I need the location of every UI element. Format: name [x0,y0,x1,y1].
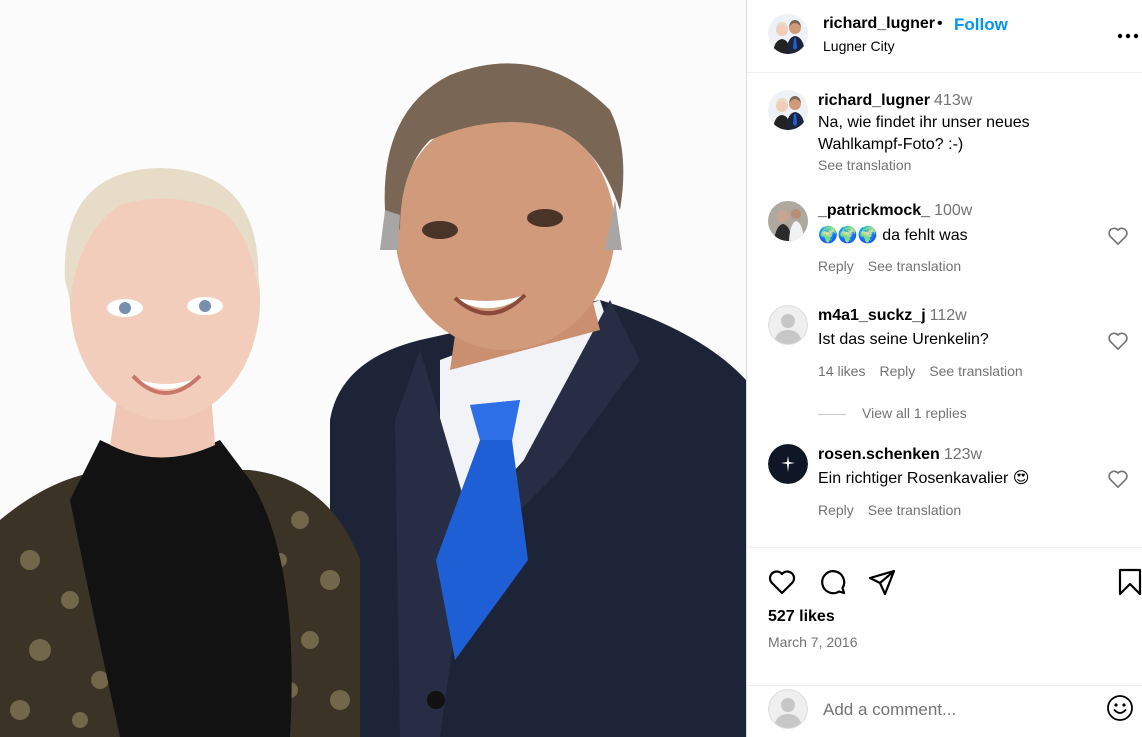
caption: richard_lugner 413w Na, wie findet ihr un… [747,88,1142,188]
emoji-icon[interactable] [1105,693,1135,723]
view-replies-button[interactable]: View all 1 replies [818,405,967,421]
avatar[interactable] [768,90,808,130]
post-author-username[interactable]: richard_lugner [823,15,935,33]
comment-username[interactable]: rosen.schenken [818,446,940,463]
see-translation-link[interactable]: See translation [929,363,1022,379]
see-translation-link[interactable]: See translation [818,157,911,173]
replies-divider [818,413,846,415]
avatar[interactable] [768,444,808,484]
see-translation-link[interactable]: See translation [868,258,961,274]
comment-item: rosen.schenken 123w Ein richtiger Rosenka… [747,442,1142,532]
comment-username[interactable]: _patrickmock_ [818,202,930,219]
caption-timestamp[interactable]: 413w [934,92,972,109]
reply-button[interactable]: Reply [879,363,915,379]
avatar[interactable] [768,201,808,241]
likes-count[interactable]: 527 likes [768,608,835,626]
comment-item: _patrickmock_ 100w 🌍🌍🌍 da fehlt was Reply… [747,198,1142,288]
bookmark-icon[interactable] [1115,567,1142,597]
comment-timestamp[interactable]: 123w [944,446,982,463]
comment-text: Ein richtiger Rosenkavalier [818,470,1009,487]
comment-text: Ist das seine Urenkelin? [818,331,989,348]
comment-timestamp[interactable]: 100w [934,202,972,219]
share-icon[interactable] [867,567,897,597]
post-actions: 527 likes March 7, 2016 [747,547,1142,737]
view-replies-label: View all 1 replies [862,405,967,421]
heart-icon[interactable] [767,567,797,597]
comment-input[interactable] [823,696,1083,724]
caption-username[interactable]: richard_lugner [818,92,930,109]
reply-button[interactable]: Reply [818,502,854,518]
post-location[interactable]: Lugner City [823,38,895,54]
post-photo[interactable] [0,0,746,737]
comment-icon[interactable] [818,567,848,597]
comment-timestamp[interactable]: 112w [930,307,967,324]
post-header: richard_lugner • Follow Lugner City [747,0,1142,73]
more-options-icon[interactable] [1117,26,1139,46]
follow-button[interactable]: Follow [954,15,1008,35]
comment-like-count[interactable]: 14 likes [818,363,865,379]
heart-icon[interactable] [1107,226,1129,246]
comment-emoji: 🌍🌍🌍 [818,225,878,244]
reply-button[interactable]: Reply [818,258,854,274]
post-date[interactable]: March 7, 2016 [768,634,858,650]
avatar [768,689,808,729]
see-translation-link[interactable]: See translation [868,502,961,518]
post-side-panel: richard_lugner • Follow Lugner City rich… [746,0,1142,737]
comment-emoji: 😍 [1012,468,1030,487]
avatar[interactable] [768,14,808,54]
photo-illustration [0,0,746,737]
heart-icon[interactable] [1107,331,1129,351]
add-comment-bar [747,685,1142,737]
comment-text: da fehlt was [882,227,968,244]
avatar[interactable] [768,305,808,345]
heart-icon[interactable] [1107,469,1129,489]
caption-text: Na, wie findet ihr unser neues Wahlkampf… [818,114,1030,153]
comment-username[interactable]: m4a1_suckz_j [818,307,926,324]
separator-dot: • [937,15,943,32]
